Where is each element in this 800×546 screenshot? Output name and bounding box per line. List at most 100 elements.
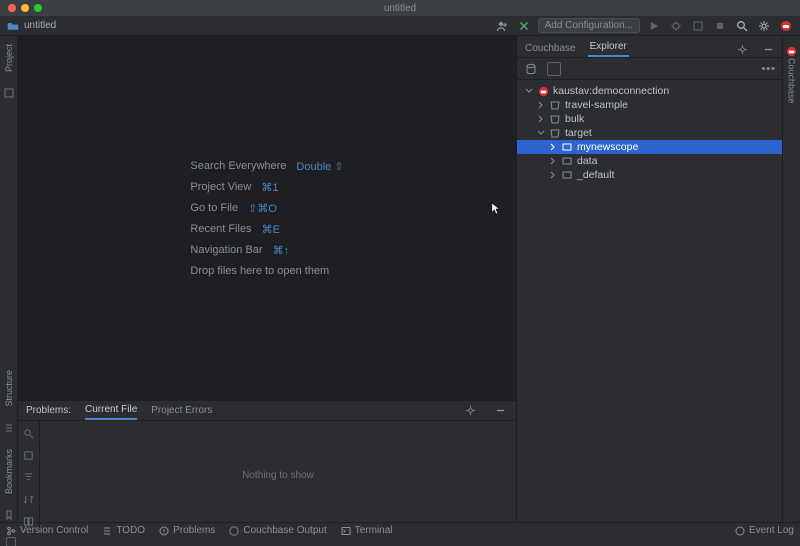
chevron-right-icon [537,115,545,123]
project-tool-tab[interactable]: Project [4,44,14,72]
toolwin-label: Event Log [749,525,794,536]
couchbase-small-icon [229,526,239,536]
build-icon[interactable] [516,18,532,34]
toolwin-couchbase-output[interactable]: Couchbase Output [229,525,326,536]
debug-icon[interactable] [668,18,684,34]
toolwindow-toggle-icon[interactable] [6,537,16,546]
bookmarks-tool-tab[interactable]: Bookmarks [4,449,14,494]
editor-empty-area[interactable]: Search Everywhere Double ⇧ Project View … [18,36,516,400]
toolwin-label: Couchbase Output [243,525,326,536]
couchbase-tool-tab[interactable]: Couchbase [787,58,797,104]
mouse-cursor-icon [491,202,501,216]
toolwin-version-control[interactable]: Version Control [6,525,88,536]
bookmarks-tool-icon[interactable] [2,508,16,522]
run-icon[interactable] [646,18,662,34]
left-tool-gutter: Project Structure Bookmarks [0,36,18,522]
search-icon[interactable] [734,18,750,34]
bucket-icon [549,99,561,111]
side-settings-icon[interactable] [734,41,750,57]
chevron-right-icon [549,171,557,179]
status-bar [0,538,800,546]
hint-drop-files: Drop files here to open them [190,265,329,277]
couchbase-connection-icon [537,85,549,97]
bucket-icon [549,113,561,125]
toolwin-label: Version Control [20,525,88,536]
hint-shortcut: ⇧⌘O [248,202,277,215]
breadcrumb[interactable]: untitled [24,20,56,31]
run-config-selector[interactable]: Add Configuration... [538,18,640,33]
chevron-down-icon [525,87,533,95]
tab-project-errors[interactable]: Project Errors [151,402,212,419]
tree-scope-mynewscope[interactable]: mynewscope [517,140,782,154]
problems-tabs: Problems: Current File Project Errors [18,401,516,421]
warning-icon [159,526,169,536]
navigation-bar: untitled Add Configuration... [0,16,800,36]
terminal-icon [341,526,351,536]
problems-icon-column [18,421,40,529]
inspect-icon[interactable] [21,425,37,441]
structure-tool-icon[interactable] [2,421,16,435]
hint-go-to-file: Go to File ⇧⌘O [190,202,276,215]
toolwin-event-log[interactable]: Event Log [735,525,794,536]
hint-label: Drop files here to open them [190,265,329,277]
hint-label: Search Everywhere [190,160,286,172]
toolwin-problems[interactable]: Problems [159,525,215,536]
tree-label: kaustav:democonnection [553,85,669,97]
problems-settings-icon[interactable] [462,403,478,419]
hint-label: Go to File [190,202,238,214]
editor-column: Search Everywhere Double ⇧ Project View … [18,36,516,522]
hint-search-everywhere: Search Everywhere Double ⇧ [190,160,343,173]
hint-recent-files: Recent Files ⌘E [190,223,279,236]
tree-label: data [577,155,597,167]
run-with-coverage-icon[interactable] [690,18,706,34]
bucket-icon [549,127,561,139]
project-folder-icon [6,19,20,33]
hint-navigation-bar: Navigation Bar ⌘↑ [190,244,289,257]
toolwin-label: TODO [116,525,145,536]
toolwin-todo[interactable]: TODO [102,525,145,536]
sort-icon[interactable] [21,491,37,507]
tree-scope-default[interactable]: _default [517,168,782,182]
branch-icon [6,526,16,536]
window-title: untitled [0,3,800,14]
hint-shortcut: ⌘E [262,223,280,236]
side-panel-tabs: Couchbase Explorer [517,36,782,58]
hint-project-view: Project View ⌘1 [190,181,278,194]
scope-icon [561,155,573,167]
filter-icon[interactable] [21,469,37,485]
settings-icon[interactable] [756,18,772,34]
git-user-icon[interactable] [494,18,510,34]
tree-label: travel-sample [565,99,628,111]
tree-connection[interactable]: kaustav:democonnection [517,84,782,98]
panel-view-icon[interactable] [547,62,561,76]
db-view-icon[interactable] [523,61,539,77]
tree-label: target [565,127,592,139]
tree-bucket-bulk[interactable]: bulk [517,112,782,126]
tab-couchbase[interactable]: Couchbase [523,40,578,57]
side-hide-icon[interactable] [760,41,776,57]
chevron-right-icon [537,101,545,109]
problems-hide-icon[interactable] [492,403,508,419]
toolwin-terminal[interactable]: Terminal [341,525,393,536]
chevron-right-icon [549,157,557,165]
tab-explorer[interactable]: Explorer [588,38,629,57]
tree-scope-data[interactable]: data [517,154,782,168]
tree-bucket-target[interactable]: target [517,126,782,140]
list-icon [102,526,112,536]
project-tool-icon[interactable] [2,86,16,100]
scope-icon [561,141,573,153]
couchbase-plugin-icon[interactable] [778,18,794,34]
couchbase-gutter-icon[interactable] [785,44,799,58]
editor-hints: Search Everywhere Double ⇧ Project View … [190,160,343,277]
scope-icon [561,169,573,181]
tab-current-file[interactable]: Current File [85,401,137,420]
structure-tool-tab[interactable]: Structure [4,370,14,407]
explorer-tree: kaustav:democonnection travel-sample bul… [517,80,782,186]
stop-icon[interactable] [712,18,728,34]
problems-panel: Problems: Current File Project Errors [18,400,516,522]
tree-bucket-travel[interactable]: travel-sample [517,98,782,112]
chevron-right-icon [549,143,557,151]
more-actions-icon[interactable]: ••• [761,63,776,75]
expand-icon[interactable] [21,447,37,463]
right-tool-gutter: Couchbase [782,36,800,522]
